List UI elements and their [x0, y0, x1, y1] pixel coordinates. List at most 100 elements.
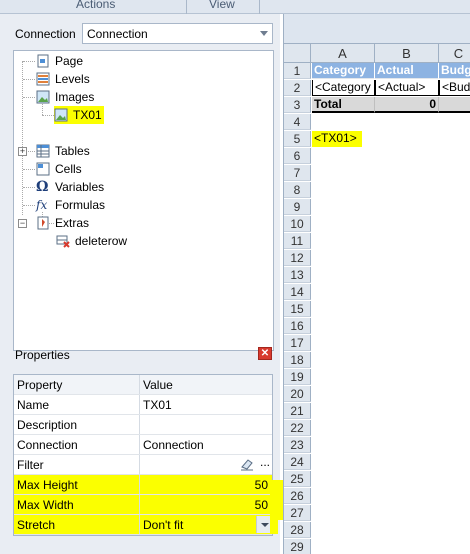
row-header[interactable]: 14	[284, 284, 311, 300]
row-header[interactable]: 18	[284, 352, 311, 368]
row-header[interactable]: 29	[284, 539, 311, 554]
cell-a5[interactable]: <TX01>	[312, 131, 362, 147]
tab-view[interactable]: View	[209, 0, 235, 11]
spreadsheet: A B C 1 2 3 4 5 6 7 8 9 10 11 12 13 14 15 16 17 18 19 20 21 2…	[283, 14, 470, 554]
object-tree: Page Levels Images TX01 + Tables Cells Ω…	[13, 50, 274, 351]
property-row-stretch[interactable]: Stretch Don't fit	[14, 515, 272, 535]
tree-item-label: Page	[55, 54, 84, 68]
cell-b3[interactable]: 0	[375, 97, 439, 113]
column-header-property: Property	[14, 375, 140, 394]
property-number: 50	[254, 498, 268, 512]
property-value[interactable]: ...	[140, 455, 272, 474]
property-row-description[interactable]: Description	[14, 415, 272, 435]
property-value[interactable]: 50	[140, 495, 272, 514]
row-header[interactable]: 21	[284, 403, 311, 419]
property-name: Description	[14, 415, 140, 434]
tree-connector	[23, 187, 35, 188]
row-header[interactable]: 1	[284, 63, 311, 79]
function-icon: fx	[36, 198, 48, 212]
property-value[interactable]: Connection	[140, 435, 272, 454]
row-header[interactable]: 23	[284, 437, 311, 453]
chevron-down-icon	[260, 31, 268, 36]
column-header-c[interactable]: C	[439, 44, 470, 63]
row-header[interactable]: 17	[284, 335, 311, 351]
tree-connector	[22, 61, 23, 215]
property-row-filter[interactable]: Filter ...	[14, 455, 272, 475]
property-name: Connection	[14, 435, 140, 454]
ribbon-divider	[186, 0, 187, 14]
properties-title: Properties	[15, 348, 70, 362]
row-header[interactable]: 13	[284, 267, 311, 283]
cell-c2[interactable]: <Bud	[439, 80, 470, 96]
property-row-max-width[interactable]: Max Width 50	[14, 495, 272, 515]
row-header[interactable]: 8	[284, 182, 311, 198]
ellipsis-button[interactable]: ...	[260, 455, 270, 469]
cell-a2[interactable]: <Category	[312, 80, 375, 96]
eraser-icon[interactable]	[240, 457, 254, 471]
tree-item-label: Tables	[55, 144, 90, 158]
tree-connector	[23, 169, 35, 170]
cell-b1[interactable]: Actual	[375, 63, 439, 79]
row-header[interactable]: 12	[284, 250, 311, 266]
property-row-max-height[interactable]: Max Height 50	[14, 475, 272, 495]
row-header[interactable]: 24	[284, 454, 311, 470]
property-value[interactable]: Don't fit	[140, 515, 272, 534]
row-header[interactable]: 7	[284, 165, 311, 181]
row-header[interactable]: 19	[284, 369, 311, 385]
column-header-a[interactable]: A	[311, 44, 375, 63]
cell-a3[interactable]: Total	[312, 97, 375, 113]
row-header[interactable]: 28	[284, 522, 311, 538]
property-row-name[interactable]: Name TX01	[14, 395, 272, 415]
row-header[interactable]: 20	[284, 386, 311, 402]
tree-connector	[23, 97, 35, 98]
tree-connector	[42, 115, 54, 116]
row-header[interactable]: 26	[284, 488, 311, 504]
row-header[interactable]: 10	[284, 216, 311, 232]
row-header[interactable]: 6	[284, 148, 311, 164]
expand-toggle[interactable]: +	[18, 147, 27, 156]
designer-panel: Connection Connection Page Levels Images…	[0, 14, 280, 554]
connection-select[interactable]: Connection	[82, 23, 273, 44]
cell-a1[interactable]: Category	[312, 63, 375, 79]
tree-item-label: Formulas	[55, 198, 106, 212]
row-header[interactable]: 27	[284, 505, 311, 521]
row-header[interactable]: 25	[284, 471, 311, 487]
cell-b2[interactable]: <Actual>	[375, 80, 439, 96]
property-value[interactable]: TX01	[140, 395, 272, 414]
extras-icon	[37, 216, 49, 230]
cell-c3[interactable]	[439, 97, 470, 113]
properties-grid: Property Value Name TX01 Description Con…	[13, 374, 273, 536]
row-header[interactable]: 5	[284, 131, 311, 147]
row-header[interactable]: 3	[284, 97, 311, 113]
property-row-connection[interactable]: Connection Connection	[14, 435, 272, 455]
row-header[interactable]: 2	[284, 80, 311, 96]
row-header[interactable]: 11	[284, 233, 311, 249]
tab-actions[interactable]: Actions	[76, 0, 115, 11]
property-value[interactable]	[140, 415, 272, 434]
row-header[interactable]: 16	[284, 318, 311, 334]
close-icon[interactable]: ✕	[258, 347, 272, 360]
select-all-corner[interactable]	[284, 44, 311, 63]
tree-item-tx01[interactable]: TX01	[54, 106, 104, 124]
property-name: Max Width	[14, 495, 140, 514]
cell-c1[interactable]: Budg	[439, 63, 470, 79]
property-select-value: Don't fit	[143, 518, 184, 532]
tree-connector	[23, 79, 35, 80]
row-header[interactable]: 9	[284, 199, 311, 215]
collapse-toggle[interactable]: −	[18, 219, 27, 228]
ribbon-tab-strip: Actions View	[0, 0, 470, 14]
property-value[interactable]: 50	[140, 475, 272, 494]
row-header[interactable]: 22	[284, 420, 311, 436]
tree-item-label: deleterow	[75, 234, 128, 248]
row-header[interactable]: 4	[284, 114, 311, 130]
tree-item-label: Variables	[55, 180, 105, 194]
omega-icon: Ω	[36, 179, 49, 195]
property-number: 50	[254, 478, 268, 492]
property-name: Stretch	[14, 515, 140, 534]
tree-item-label: Cells	[55, 162, 82, 176]
formula-bar-area	[284, 14, 470, 44]
column-header-b[interactable]: B	[375, 44, 439, 63]
row-header[interactable]: 15	[284, 301, 311, 317]
tree-item-label: Images	[55, 90, 95, 104]
property-name: Filter	[14, 455, 140, 474]
